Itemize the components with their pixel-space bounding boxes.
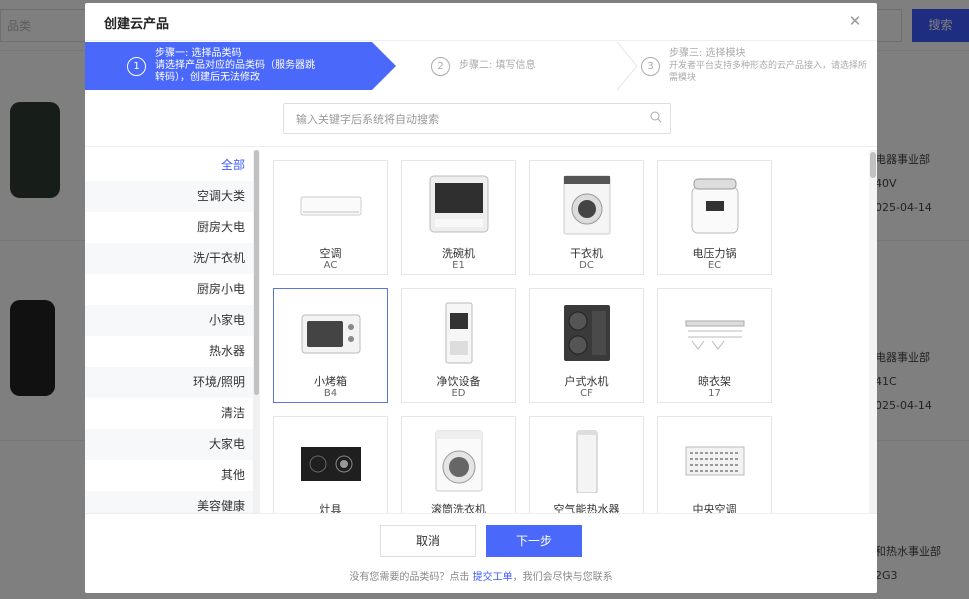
dishwasher-icon [429,175,489,233]
modal-header: 创建云产品 ✕ [85,3,877,41]
product-tile[interactable]: 净饮设备 ED [401,288,516,403]
product-tile[interactable]: 电压力锅 EC [657,160,772,275]
dryer-icon [563,175,611,235]
washer-icon [435,430,483,492]
product-tile[interactable]: 晾衣架 17 [657,288,772,403]
step-number: 1 [127,57,146,76]
scrollbar-thumb[interactable] [870,152,876,178]
step-number: 3 [641,57,660,76]
category-item[interactable]: 环境/照明 [85,367,253,398]
product-search-input[interactable]: 输入关键字后系统将自动搜索 [283,103,671,134]
divider [85,146,877,147]
product-tile[interactable]: 户式水机 CF [529,288,644,403]
pressure-cooker-icon [691,178,739,234]
cancel-button[interactable]: 取消 [380,525,476,557]
next-step-button[interactable]: 下一步 [486,525,582,557]
step-separator [616,42,638,90]
category-item-all[interactable]: 全部 [85,150,253,181]
step-number: 2 [431,57,450,76]
air-conditioner-icon [300,196,362,216]
step-indicator: 1 步骤一: 选择品类码 请选择产品对应的品类码（服务器跳转码），创建后无法修改… [85,42,877,90]
modal-footer: 取消 下一步 没有您需要的品类码？点击 提交工单，我们会尽快与您联系 [85,513,877,593]
category-item[interactable]: 空调大类 [85,181,253,212]
category-item[interactable]: 厨房大电 [85,212,253,243]
search-icon[interactable] [650,111,662,123]
step-desc: 开发者平台支持多种形态的云产品接入，请选择所需模块 [669,61,868,83]
heat-pump-icon [576,430,598,493]
step-title: 步骤一: 选择品类码 [155,48,242,59]
category-item[interactable]: 热水器 [85,336,253,367]
category-scrollbar[interactable] [253,150,260,513]
product-tile[interactable]: 空调 AC [273,160,388,275]
central-ac-icon [685,446,745,476]
submit-ticket-link[interactable]: 提交工单 [473,572,513,583]
oven-icon [301,314,361,354]
step-1: 1 步骤一: 选择品类码 请选择产品对应的品类码（服务器跳转码），创建后无法修改 [85,42,396,90]
category-item[interactable]: 小家电 [85,305,253,336]
clothes-rack-icon [685,320,745,350]
step-title: 步骤二: 填写信息 [459,60,536,71]
scrollbar-thumb[interactable] [254,150,259,395]
water-dispenser-icon [445,302,473,364]
footer-note: 没有您需要的品类码？点击 提交工单，我们会尽快与您联系 [349,572,613,583]
category-item[interactable]: 清洁 [85,398,253,429]
step-3: 3 步骤三: 选择模块 开发者平台支持多种形态的云产品接入，请选择所需模块 [641,42,877,90]
step-title: 步骤三: 选择模块 [669,48,746,59]
category-item[interactable]: 大家电 [85,429,253,460]
product-tile[interactable]: 洗碗机 E1 [401,160,516,275]
close-icon[interactable]: ✕ [845,11,865,31]
category-item[interactable]: 其他 [85,460,253,491]
category-item[interactable]: 厨房小电 [85,274,253,305]
category-item[interactable]: 洗/干衣机 [85,243,253,274]
grid-scrollbar[interactable] [869,150,877,513]
category-item[interactable]: 美容健康 [85,491,253,513]
product-tile[interactable]: 干衣机 DC [529,160,644,275]
create-product-modal: 创建云产品 ✕ 1 步骤一: 选择品类码 请选择产品对应的品类码（服务器跳转码）… [85,3,877,593]
step-desc: 请选择产品对应的品类码（服务器跳转码），创建后无法修改 [155,60,315,83]
water-unit-icon [564,305,610,361]
product-tile-selected[interactable]: 小烤箱 B4 [273,288,388,403]
step-2: 2 步骤二: 填写信息 [405,42,605,90]
modal-title: 创建云产品 [104,17,170,32]
stove-icon [301,447,361,481]
category-list: 全部 空调大类 厨房大电 洗/干衣机 厨房小电 小家电 热水器 环境/照明 清洁… [85,150,253,513]
